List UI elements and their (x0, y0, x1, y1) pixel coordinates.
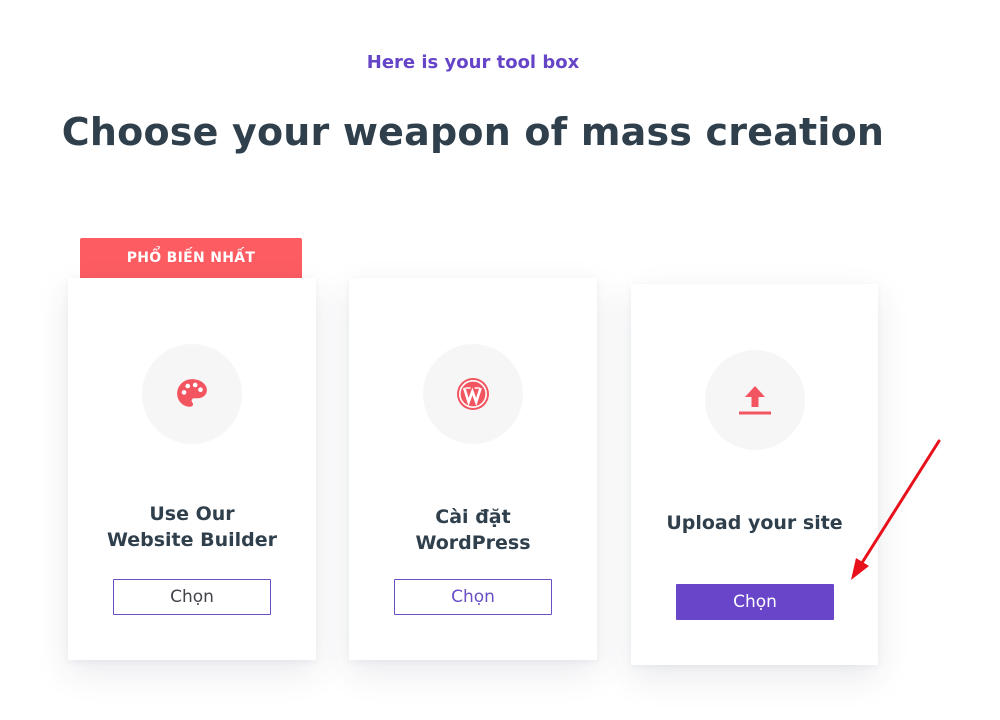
annotation-arrow-icon (851, 439, 941, 580)
tool-box-section: Here is your tool box Choose your weapon… (0, 0, 1000, 720)
